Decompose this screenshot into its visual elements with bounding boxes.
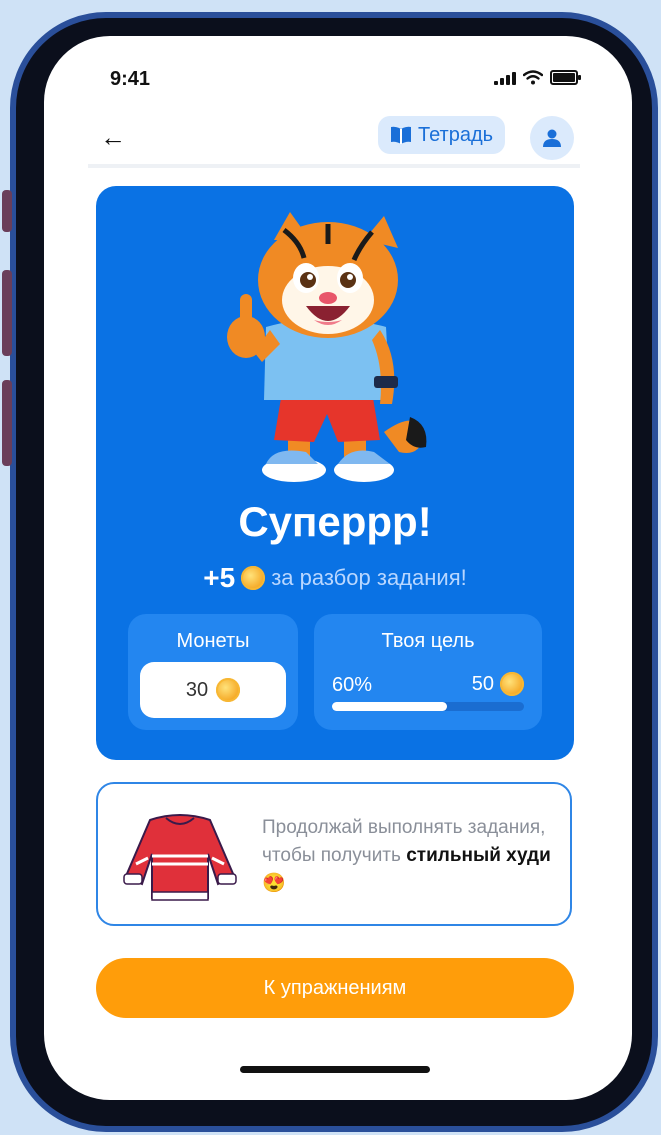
book-icon [391,126,411,144]
coins-value: 30 [185,678,209,701]
side-button [2,270,12,356]
user-icon [543,129,561,147]
goal-progress-fill [332,702,448,711]
coin-icon [241,566,266,590]
status-icons [494,70,581,85]
phone-screen: 9:41 ← Тетрадь Суперрр! +5 за разбор зад… [44,36,632,1100]
hoodie-image [123,814,237,901]
notebook-button[interactable]: Тетрадь [378,116,506,154]
coins-card: Монеты 30 [128,614,298,730]
hoodie-strong: стильный худи [406,845,551,866]
reward-amount: +5 [203,562,236,593]
tiger-mascot [227,212,427,482]
home-indicator[interactable] [240,1066,430,1073]
goal-progress-bar [332,702,524,711]
back-button[interactable]: ← [100,122,126,152]
goal-target-value: 50 [471,672,494,695]
header-divider [88,164,580,168]
hoodie-card[interactable]: Продолжай выполнять задания, чтобы получ… [96,782,572,926]
coins-value-box: 30 [140,662,286,718]
coin-icon [216,678,241,702]
to-exercises-button[interactable]: К упражнениям [96,958,574,1018]
reward-line: +5 за разбор задания! [96,562,574,594]
wifi-icon [523,70,543,85]
notebook-label: Тетрадь [418,123,494,146]
side-button [2,380,12,466]
profile-button[interactable] [530,116,574,160]
side-button [2,190,12,232]
goal-percent: 60% [332,674,373,696]
heart-eyes-emoji: 😍 [262,873,286,894]
goal-target: 50 [472,672,524,696]
signal-icon [494,71,516,85]
arrow-left-icon: ← [100,122,126,152]
hoodie-message: Продолжай выполнять задания, чтобы получ… [262,814,552,898]
goal-card: Твоя цель 60% 50 [314,614,542,730]
goal-label: Твоя цель [381,630,475,652]
status-time: 9:41 [110,68,151,90]
coins-label: Монеты [176,630,250,652]
header: ← Тетрадь [44,116,632,164]
reward-card: Суперрр! +5 за разбор задания! Монеты 30… [96,186,574,760]
reward-text: за разбор задания! [271,565,467,590]
coin-icon [500,672,524,696]
battery-icon [550,70,581,85]
reward-headline: Суперрр! [238,498,432,545]
status-bar: 9:41 [44,36,632,116]
